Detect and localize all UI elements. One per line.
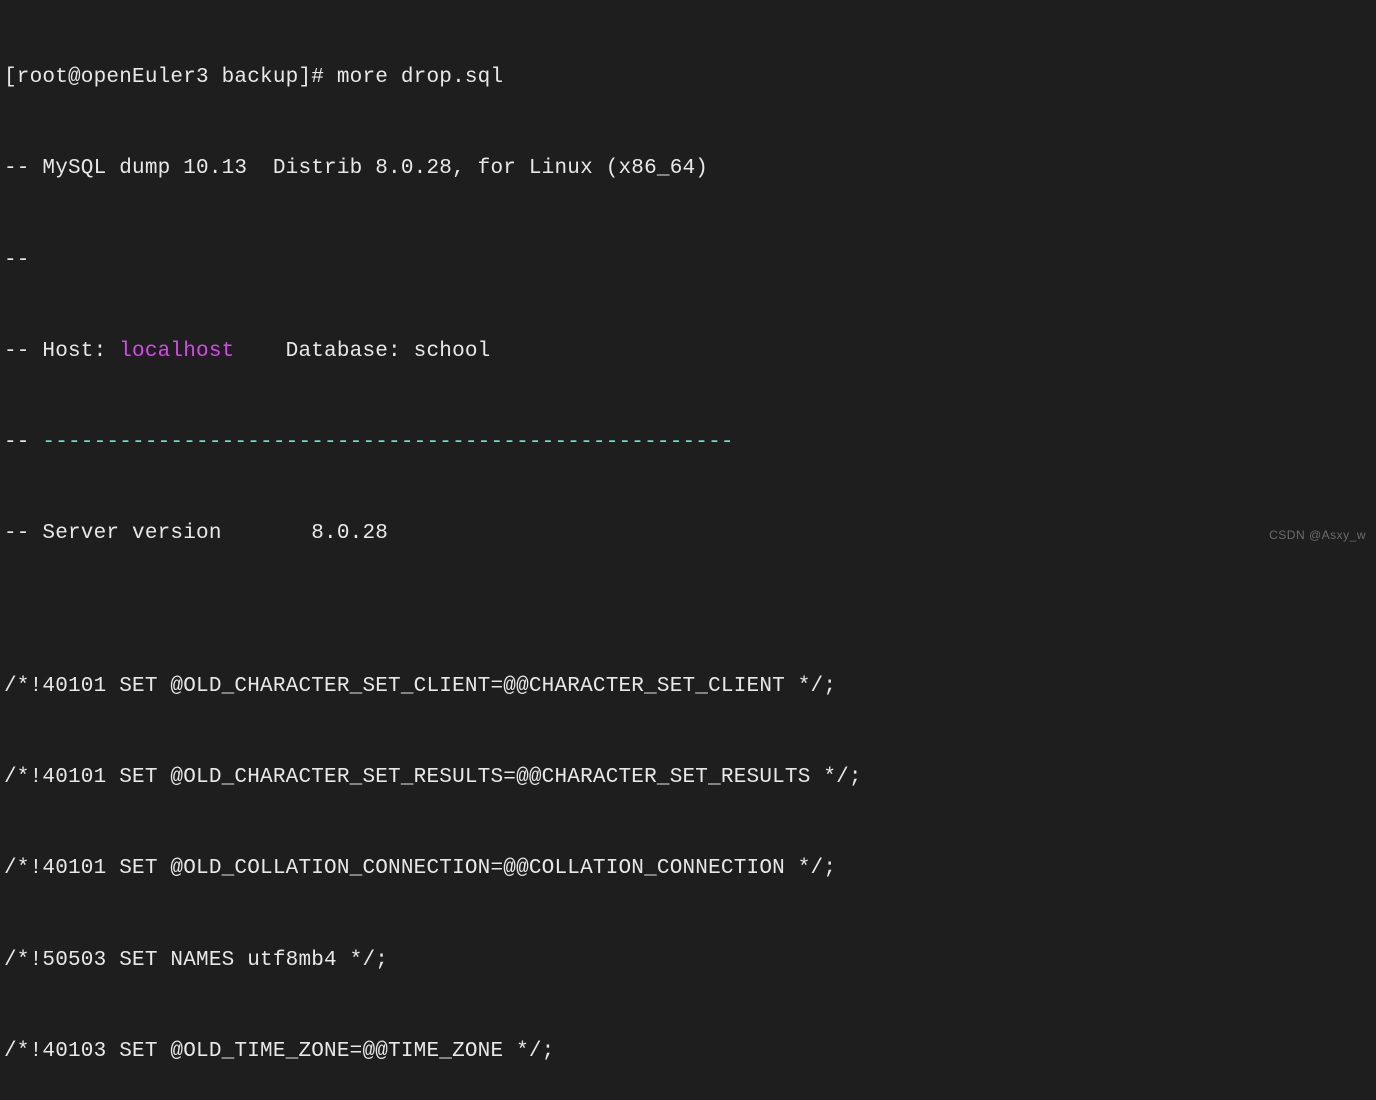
dash-prefix: -- (4, 431, 42, 454)
output-line: /*!40101 SET @OLD_COLLATION_CONNECTION=@… (4, 854, 1372, 884)
host-label: -- Host: (4, 340, 119, 363)
output-line: -- Host: localhost Database: school (4, 337, 1372, 367)
output-line: /*!40101 SET @OLD_CHARACTER_SET_RESULTS=… (4, 763, 1372, 793)
output-line: -- Server version 8.0.28 (4, 519, 1372, 549)
command-text: more drop.sql (337, 66, 503, 89)
shell-prompt: [root@openEuler3 backup]# (4, 66, 337, 89)
output-line: -- (4, 246, 1372, 276)
watermark-text: CSDN @Asxy_w (1269, 527, 1366, 544)
divider-dashes: ----------------------------------------… (42, 431, 733, 454)
output-line: -- -------------------------------------… (4, 428, 1372, 458)
prompt-line: [root@openEuler3 backup]# more drop.sql (4, 63, 1372, 93)
terminal-output[interactable]: [root@openEuler3 backup]# more drop.sql … (4, 2, 1372, 1100)
output-line: /*!40103 SET @OLD_TIME_ZONE=@@TIME_ZONE … (4, 1037, 1372, 1067)
database-label: Database: school (234, 340, 490, 363)
output-line: /*!40101 SET @OLD_CHARACTER_SET_CLIENT=@… (4, 672, 1372, 702)
output-line: /*!50503 SET NAMES utf8mb4 */; (4, 946, 1372, 976)
output-line: -- MySQL dump 10.13 Distrib 8.0.28, for … (4, 154, 1372, 184)
host-value: localhost (119, 340, 234, 363)
